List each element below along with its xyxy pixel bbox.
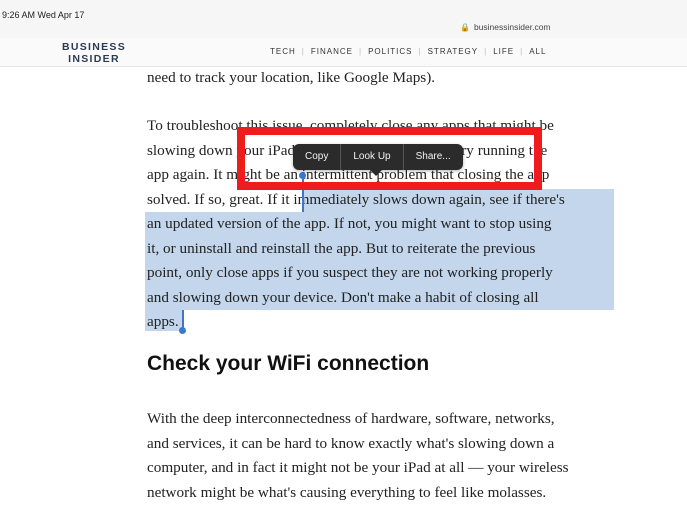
lock-icon: 🔒 bbox=[460, 23, 470, 32]
nav-life[interactable]: LIFE bbox=[493, 47, 514, 56]
highlight-annotation bbox=[237, 127, 542, 190]
article-paragraph: need to track your location, like Google… bbox=[147, 66, 617, 91]
text-line: and slowing down your device. Don't make… bbox=[147, 286, 617, 311]
url-text: businessinsider.com bbox=[474, 22, 551, 32]
text-line: solved. If so, great. If it immediately … bbox=[147, 188, 617, 213]
nav-all[interactable]: ALL bbox=[529, 47, 546, 56]
status-time: 9:26 AM Wed Apr 17 bbox=[2, 10, 84, 20]
nav-tech[interactable]: TECH bbox=[270, 47, 296, 56]
text-line: it, or uninstall and reinstall the app. … bbox=[147, 237, 617, 262]
article-paragraph: With the deep interconnectedness of hard… bbox=[147, 407, 617, 505]
text-line: network might be what's causing everythi… bbox=[147, 481, 617, 505]
nav-finance[interactable]: FINANCE bbox=[311, 47, 353, 56]
site-logo[interactable]: BUSINESS INSIDER bbox=[58, 41, 130, 65]
site-header: BUSINESS INSIDER TECH| FINANCE| POLITICS… bbox=[0, 38, 687, 67]
text-line: an updated version of the app. If not, y… bbox=[147, 212, 617, 237]
text-line: apps. bbox=[147, 310, 617, 335]
nav-politics[interactable]: POLITICS bbox=[368, 47, 412, 56]
selection-end-handle[interactable] bbox=[179, 327, 186, 334]
url-bar[interactable]: 🔒 businessinsider.com bbox=[460, 22, 551, 32]
section-heading: Check your WiFi connection bbox=[147, 352, 429, 376]
text-line: point, only close apps if you suspect th… bbox=[147, 261, 617, 286]
text-line: and services, it can be hard to know exa… bbox=[147, 432, 617, 457]
logo-line1: BUSINESS bbox=[58, 41, 130, 53]
top-nav: TECH| FINANCE| POLITICS| STRATEGY| LIFE|… bbox=[270, 47, 546, 56]
text-line: With the deep interconnectedness of hard… bbox=[147, 407, 617, 432]
logo-line2: INSIDER bbox=[58, 53, 130, 65]
status-bar: 9:26 AM Wed Apr 17 🔒 businessinsider.com bbox=[0, 0, 687, 38]
nav-strategy[interactable]: STRATEGY bbox=[428, 47, 479, 56]
text-line: computer, and in fact it might not be yo… bbox=[147, 456, 617, 481]
